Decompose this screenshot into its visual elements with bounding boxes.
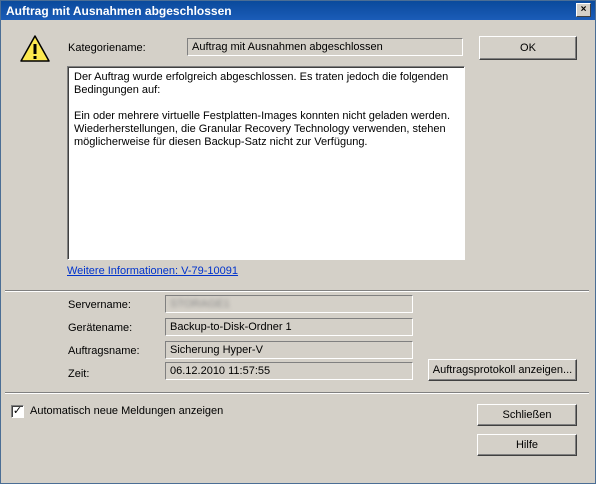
auto-show-checkbox[interactable]: ✓	[11, 405, 24, 418]
ok-button-label: OK	[520, 42, 536, 54]
help-button-label: Hilfe	[515, 439, 538, 451]
window-title: Auftrag mit Ausnahmen abgeschlossen	[6, 4, 232, 18]
server-label: Servername:	[68, 299, 131, 311]
job-label: Auftragsname:	[68, 345, 140, 357]
message-paragraph-1: Der Auftrag wurde erfolgreich abgeschlos…	[74, 71, 449, 96]
device-label: Gerätename:	[68, 322, 133, 334]
category-value: Auftrag mit Ausnahmen abgeschlossen	[187, 38, 463, 56]
more-info-link[interactable]: Weitere Informationen: V-79-10091	[67, 265, 238, 277]
dialog-window: Auftrag mit Ausnahmen abgeschlossen × Ka…	[0, 0, 596, 484]
warning-icon	[20, 35, 50, 62]
message-paragraph-2: Ein oder mehrere virtuelle Festplatten-I…	[74, 110, 451, 148]
close-button-label: Schließen	[502, 409, 552, 421]
category-label: Kategoriename:	[68, 42, 146, 54]
title-bar[interactable]: Auftrag mit Ausnahmen abgeschlossen ×	[1, 1, 595, 20]
dialog-content: Kategoriename: Auftrag mit Ausnahmen abg…	[1, 20, 595, 483]
device-value: Backup-to-Disk-Ordner 1	[165, 318, 413, 336]
job-value: Sicherung Hyper-V	[165, 341, 413, 359]
message-text-area[interactable]: Der Auftrag wurde erfolgreich abgeschlos…	[67, 66, 465, 260]
separator-top	[5, 290, 589, 292]
separator-bottom	[5, 392, 589, 394]
close-button[interactable]: Schließen	[477, 404, 577, 426]
show-job-log-button-label: Auftragsprotokoll anzeigen...	[432, 364, 573, 376]
server-value-field: STORAGE1	[165, 295, 413, 313]
auto-show-label: Automatisch neue Meldungen anzeigen	[30, 405, 224, 417]
show-job-log-button[interactable]: Auftragsprotokoll anzeigen...	[428, 359, 577, 381]
server-value: STORAGE1	[170, 298, 230, 310]
close-window-button[interactable]: ×	[576, 3, 591, 17]
help-button[interactable]: Hilfe	[477, 434, 577, 456]
time-label: Zeit:	[68, 368, 90, 380]
ok-button[interactable]: OK	[479, 36, 577, 60]
time-value: 06.12.2010 11:57:55	[165, 362, 413, 380]
